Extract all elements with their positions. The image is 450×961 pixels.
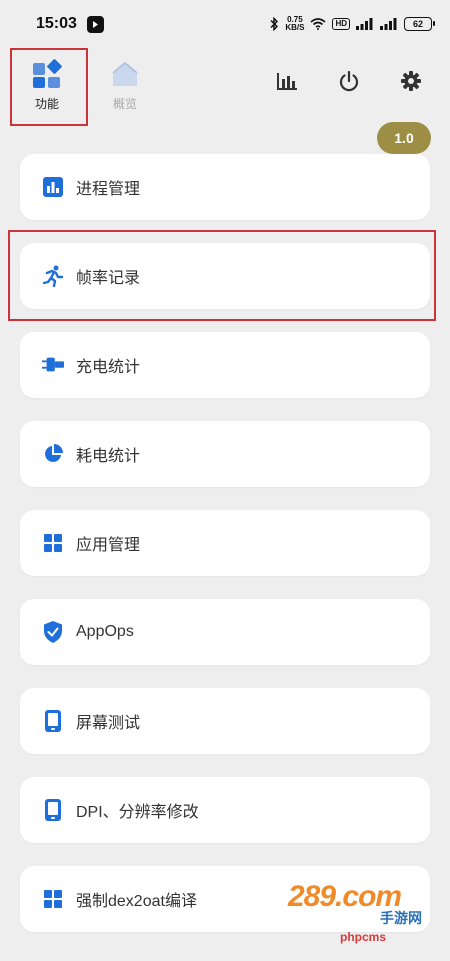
menu-item-charge-stats[interactable]: 充电统计 [20, 332, 430, 398]
status-bar: 15:03 0.75 KB/S HD 62 [0, 0, 450, 48]
tab-function-label: 功能 [34, 96, 59, 111]
gear-icon [401, 71, 421, 91]
menu-item-label: 充电统计 [76, 359, 141, 376]
bar-chart-icon [42, 176, 64, 198]
signal-icon-sim2 [380, 18, 397, 30]
menu-item-process-manager[interactable]: 进程管理 [20, 154, 430, 220]
menu-item-app-manager[interactable]: 应用管理 [20, 510, 430, 576]
net-speed: 0.75 KB/S [285, 16, 304, 32]
function-grid-icon [33, 58, 62, 88]
tab-overview-label: 概览 [112, 96, 137, 111]
bar-chart-icon [277, 73, 297, 90]
menu-item-label: 屏幕测试 [76, 715, 141, 732]
top-actions [274, 68, 424, 94]
phone-screen-icon [42, 710, 64, 732]
shield-check-icon [42, 621, 64, 643]
menu-item-label: 耗电统计 [76, 448, 141, 465]
menu-item-label: 帧率记录 [76, 270, 141, 287]
menu-item-power-usage-stats[interactable]: 耗电统计 [20, 421, 430, 487]
status-left: 15:03 [36, 15, 104, 33]
menu-item-label: 进程管理 [76, 181, 141, 198]
phone-screen-icon [42, 799, 64, 821]
app-grid-icon [42, 888, 64, 910]
tab-overview[interactable]: 概览 [94, 52, 156, 118]
running-person-icon [42, 265, 64, 287]
power-button[interactable] [336, 68, 362, 94]
status-right: 0.75 KB/S HD 62 [269, 16, 435, 32]
tab-function[interactable]: 功能 [16, 52, 78, 118]
stats-button[interactable] [274, 68, 300, 94]
menu-item-dpi-resolution[interactable]: DPI、分辨率修改 [20, 777, 430, 843]
wifi-icon [310, 18, 326, 30]
menu-item-appops[interactable]: AppOps [20, 599, 430, 665]
battery-indicator: 62 [404, 17, 435, 31]
status-time: 15:03 [36, 15, 77, 32]
power-icon [339, 70, 359, 92]
house-icon [112, 61, 138, 86]
version-badge: 1.0 [377, 122, 431, 154]
pie-chart-icon [42, 443, 64, 465]
notification-app-icon [86, 15, 104, 33]
signal-icon-sim1 [356, 18, 373, 30]
settings-button[interactable] [398, 68, 424, 94]
net-speed-unit: KB/S [285, 23, 305, 32]
menu-item-label: AppOps [76, 623, 134, 640]
menu-item-label: DPI、分辨率修改 [76, 804, 199, 821]
menu-item-label: 应用管理 [76, 537, 141, 554]
top-tabs: 功能 概览 [16, 52, 156, 118]
feature-menu: 进程管理 帧率记录 充电统计 耗电统计 应用管理 AppOps 屏幕测试 DPI… [20, 154, 430, 955]
bluetooth-icon [270, 17, 279, 31]
menu-item-label: 强制dex2oat编译 [76, 893, 197, 910]
menu-item-force-dex2oat[interactable]: 强制dex2oat编译 [20, 866, 430, 932]
charger-plug-icon [42, 354, 64, 376]
menu-item-screen-test[interactable]: 屏幕测试 [20, 688, 430, 754]
hd-badge: HD [332, 18, 350, 30]
app-grid-icon [42, 532, 64, 554]
menu-item-frame-rate[interactable]: 帧率记录 [20, 243, 430, 309]
